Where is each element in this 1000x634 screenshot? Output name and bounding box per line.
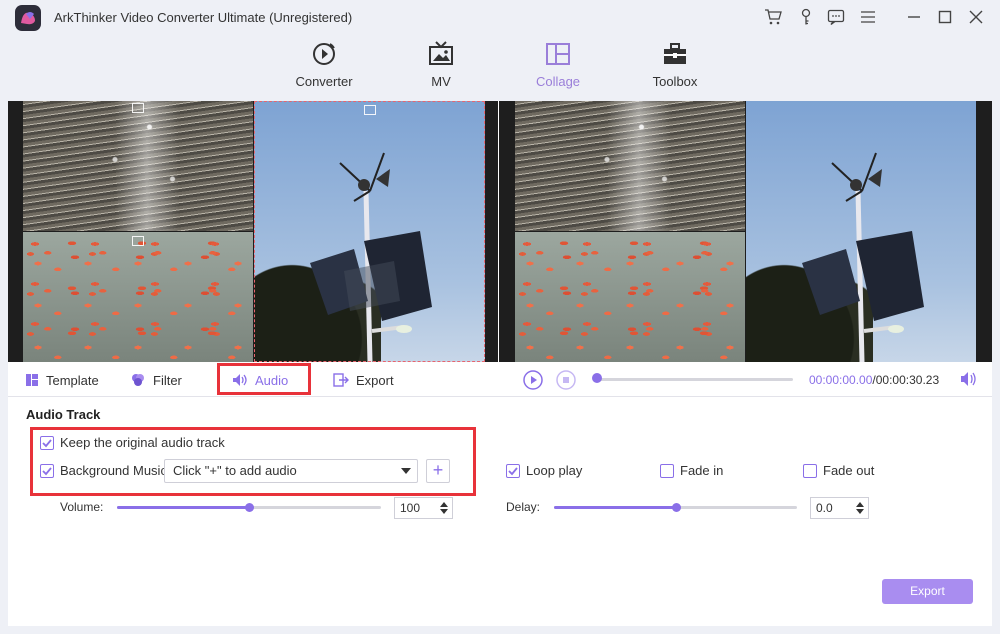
nav-mv[interactable]: MV <box>391 40 491 98</box>
tab-export-label: Export <box>356 372 394 388</box>
nav-toolbox-label: Toolbox <box>652 74 698 89</box>
converter-icon <box>313 43 335 65</box>
play-icon[interactable] <box>523 370 543 390</box>
current-time: 00:00:00.00 <box>809 373 873 387</box>
preview-cell-water <box>515 101 745 231</box>
spin-up-icon[interactable] <box>440 502 448 507</box>
stop-icon[interactable] <box>556 370 576 390</box>
export-icon <box>333 373 349 387</box>
volume-slider-fill <box>117 506 249 509</box>
export-button[interactable]: Export <box>882 579 973 604</box>
loop-play-label: Loop play <box>526 463 583 478</box>
key-icon[interactable] <box>795 6 817 28</box>
spin-down-icon[interactable] <box>856 509 864 514</box>
volume-slider[interactable] <box>117 503 381 512</box>
mv-icon <box>429 41 453 65</box>
preview-cell-windmill <box>746 101 976 362</box>
main-nav: Converter MV Collage Toolbox <box>0 36 1000 100</box>
cart-icon[interactable] <box>762 6 784 28</box>
fade-in-label: Fade in <box>680 463 724 478</box>
windmill-image <box>802 152 924 362</box>
progress-thumb[interactable] <box>592 373 602 383</box>
collage-workspace: Template Filter Audio Export 00:00:00.00… <box>8 101 992 626</box>
preview-cell-fish <box>515 232 745 362</box>
app-title: ArkThinker Video Converter Ultimate (Unr… <box>54 10 353 25</box>
feedback-icon[interactable] <box>825 6 847 28</box>
nav-mv-label: MV <box>431 74 451 89</box>
spin-up-icon[interactable] <box>856 502 864 507</box>
collage-cell-fish[interactable] <box>23 232 253 362</box>
volume-label: Volume: <box>60 500 104 514</box>
total-time: /00:00:30.23 <box>872 373 940 387</box>
delay-spinner[interactable]: 0.0 <box>810 497 869 519</box>
delay-slider[interactable] <box>554 503 797 512</box>
menu-icon[interactable] <box>857 6 879 28</box>
volume-spinner[interactable]: 100 <box>394 497 453 519</box>
fade-in-checkbox[interactable] <box>660 463 674 478</box>
delay-slider-thumb[interactable] <box>672 503 681 512</box>
checkmark-icon <box>508 466 518 475</box>
nav-toolbox[interactable]: Toolbox <box>625 40 725 98</box>
volume-slider-thumb[interactable] <box>245 503 254 512</box>
close-icon[interactable] <box>965 6 987 28</box>
app-logo <box>15 5 41 31</box>
minimize-icon[interactable] <box>903 6 925 28</box>
nav-collage-label: Collage <box>535 74 581 89</box>
delay-value: 0.0 <box>816 501 833 515</box>
timecode: 00:00:00.00/00:00:30.23 <box>809 373 939 387</box>
delay-label: Delay: <box>506 500 541 514</box>
cell-video-icon <box>132 103 144 113</box>
nav-converter[interactable]: Converter <box>274 40 374 98</box>
collage-icon <box>546 43 570 65</box>
nav-collage[interactable]: Collage <box>508 40 608 98</box>
fade-in-row[interactable]: Fade in <box>660 463 723 478</box>
volume-icon[interactable] <box>960 371 978 387</box>
divider <box>8 396 992 397</box>
fade-out-checkbox[interactable] <box>803 463 817 478</box>
audio-track-title: Audio Track <box>26 407 101 422</box>
maximize-icon[interactable] <box>934 6 956 28</box>
filter-icon <box>132 374 144 386</box>
collage-cell-water[interactable] <box>23 101 253 231</box>
selected-cell-outline <box>254 101 485 362</box>
audio-options-highlight <box>30 427 476 496</box>
template-icon <box>26 374 38 386</box>
cell-video-icon <box>132 236 144 246</box>
collage-preview <box>499 101 992 362</box>
fade-out-row[interactable]: Fade out <box>803 463 874 478</box>
title-bar: ArkThinker Video Converter Ultimate (Unr… <box>0 0 1000 36</box>
tab-template-label: Template <box>46 372 99 388</box>
progress-track[interactable] <box>593 378 793 381</box>
tab-filter-label: Filter <box>153 372 182 388</box>
spin-down-icon[interactable] <box>440 509 448 514</box>
tab-template[interactable]: Template <box>25 368 99 392</box>
tab-export[interactable]: Export <box>333 368 394 392</box>
nav-converter-label: Converter <box>295 74 353 89</box>
fade-out-label: Fade out <box>823 463 875 478</box>
volume-value: 100 <box>400 501 421 515</box>
tab-filter[interactable]: Filter <box>130 368 182 392</box>
toolbox-icon <box>664 43 686 64</box>
loop-play-checkbox[interactable] <box>506 463 520 478</box>
delay-slider-fill <box>554 506 676 509</box>
audio-tab-highlight <box>217 363 311 395</box>
loop-play-row[interactable]: Loop play <box>506 463 582 478</box>
collage-editor <box>8 101 498 362</box>
preview-player: 00:00:00.00/00:00:30.23 <box>499 364 992 396</box>
